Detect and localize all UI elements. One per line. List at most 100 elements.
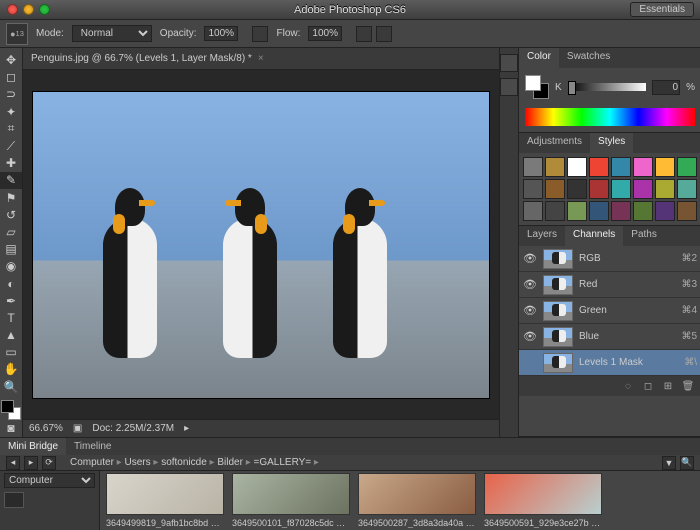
tab-mini-bridge[interactable]: Mini Bridge (0, 438, 66, 455)
dodge-tool[interactable]: ◐ (0, 275, 22, 291)
zoom-tool[interactable]: 🔍 (0, 379, 22, 395)
visibility-eye-icon[interactable]: 👁 (523, 304, 537, 318)
color-spectrum[interactable] (525, 108, 695, 126)
bridge-item[interactable]: 3649500101_f87028c5dc Softonic… (232, 473, 350, 528)
visibility-eye-icon[interactable] (523, 356, 537, 370)
opacity-value[interactable]: 100% (204, 26, 238, 41)
location-select[interactable]: Computer (4, 473, 95, 488)
quick-mask-icon[interactable]: ◙ (0, 420, 22, 436)
blend-mode-select[interactable]: Normal (72, 25, 152, 42)
hand-tool[interactable]: ✋ (0, 361, 22, 377)
visibility-eye-icon[interactable]: 👁 (523, 278, 537, 292)
info-chevron-icon[interactable]: ▸ (184, 423, 189, 434)
style-swatch[interactable] (611, 201, 631, 221)
bridge-item[interactable]: 3649500287_3d8a3da40a Softonic… (358, 473, 476, 528)
nav-forward-icon[interactable]: ▸ (24, 456, 38, 470)
pen-tool[interactable]: ✒ (0, 293, 22, 309)
doc-size-icon[interactable]: ▣ (73, 423, 82, 434)
color-swatch-pair[interactable] (525, 75, 549, 99)
folder-thumb[interactable] (4, 492, 24, 508)
visibility-eye-icon[interactable]: 👁 (523, 252, 537, 266)
close-tab-icon[interactable]: × (258, 53, 264, 64)
history-brush-tool[interactable]: ↺ (0, 207, 22, 223)
breadcrumb-item[interactable]: Computer (70, 457, 114, 468)
bridge-item[interactable]: 3649500591_929e3ce27b S… (484, 473, 602, 528)
type-tool[interactable]: T (0, 310, 22, 326)
tab-timeline[interactable]: Timeline (66, 438, 119, 455)
delete-channel-icon[interactable]: 🗑 (681, 379, 695, 393)
style-swatch[interactable] (589, 201, 609, 221)
channel-row[interactable]: Levels 1 Mask⌘\ (519, 350, 700, 376)
new-channel-icon[interactable]: ⊞ (661, 379, 675, 393)
style-swatch[interactable] (523, 201, 543, 221)
eyedropper-tool[interactable]: ⟋ (0, 138, 22, 154)
style-swatch[interactable] (589, 157, 609, 177)
blur-tool[interactable]: ◉ (0, 258, 22, 274)
visibility-eye-icon[interactable]: 👁 (523, 330, 537, 344)
style-swatch[interactable] (633, 179, 653, 199)
breadcrumb-item[interactable]: Bilder (217, 457, 243, 468)
pressure-size-icon[interactable] (376, 26, 392, 42)
style-swatch[interactable] (677, 157, 697, 177)
nav-boomerang-icon[interactable]: ⟳ (42, 456, 56, 470)
k-slider[interactable] (568, 83, 646, 91)
style-swatch[interactable] (567, 201, 587, 221)
style-swatch[interactable] (655, 157, 675, 177)
workspace-switcher[interactable]: Essentials (630, 2, 694, 17)
tab-styles[interactable]: Styles (590, 133, 633, 153)
quick-select-tool[interactable]: ✦ (0, 104, 22, 120)
color-swatch-tool[interactable] (0, 400, 22, 420)
channel-row[interactable]: 👁Green⌘4 (519, 298, 700, 324)
style-swatch[interactable] (677, 179, 697, 199)
style-swatch[interactable] (633, 201, 653, 221)
breadcrumb-item[interactable]: softonicde (161, 457, 207, 468)
style-swatch[interactable] (589, 179, 609, 199)
filter-icon[interactable]: ▼ (662, 456, 676, 470)
crop-tool[interactable]: ⌗ (0, 121, 22, 137)
style-swatch[interactable] (567, 179, 587, 199)
properties-panel-icon[interactable] (500, 78, 518, 96)
tab-color[interactable]: Color (519, 48, 559, 68)
foreground-swatch[interactable] (1, 400, 14, 413)
canvas-viewport[interactable] (23, 70, 499, 419)
lasso-tool[interactable]: ⊃ (0, 86, 22, 102)
stamp-tool[interactable]: ⚑ (0, 190, 22, 206)
style-swatch[interactable] (611, 157, 631, 177)
brush-preset-preview[interactable]: ●13 (6, 23, 28, 45)
document-tab[interactable]: Penguins.jpg @ 66.7% (Levels 1, Layer Ma… (23, 48, 499, 70)
style-swatch[interactable] (655, 201, 675, 221)
style-swatch[interactable] (611, 179, 631, 199)
style-swatch[interactable] (523, 179, 543, 199)
tab-layers[interactable]: Layers (519, 226, 565, 246)
history-panel-icon[interactable] (500, 54, 518, 72)
tab-adjustments[interactable]: Adjustments (519, 133, 590, 153)
zoom-level[interactable]: 66.67% (29, 423, 63, 434)
shape-tool[interactable]: ▭ (0, 344, 22, 360)
breadcrumb-path[interactable]: Computer ▸ Users ▸ softonicde ▸ Bilder ▸… (70, 457, 319, 468)
channel-row[interactable]: 👁RGB⌘2 (519, 246, 700, 272)
channel-row[interactable]: 👁Red⌘3 (519, 272, 700, 298)
style-swatch[interactable] (567, 157, 587, 177)
style-swatch[interactable] (677, 201, 697, 221)
tab-channels[interactable]: Channels (565, 226, 623, 246)
move-tool[interactable]: ✥ (0, 52, 22, 68)
style-swatch[interactable] (545, 201, 565, 221)
bridge-item[interactable]: 3649499819_9afb1bc8bd Softonic… (106, 473, 224, 528)
breadcrumb-item[interactable]: Users (124, 457, 150, 468)
k-value-input[interactable] (652, 80, 680, 95)
gradient-tool[interactable]: ▤ (0, 241, 22, 257)
nav-back-icon[interactable]: ◂ (6, 456, 20, 470)
style-swatch[interactable] (545, 179, 565, 199)
healing-tool[interactable]: ✚ (0, 155, 22, 171)
search-icon[interactable]: 🔍 (680, 456, 694, 470)
flow-value[interactable]: 100% (308, 26, 342, 41)
airbrush-icon[interactable] (356, 26, 372, 42)
breadcrumb-item[interactable]: =GALLERY= (254, 457, 312, 468)
marquee-tool[interactable]: ◻ (0, 69, 22, 85)
style-swatch[interactable] (633, 157, 653, 177)
brush-tool[interactable]: ✎ (0, 172, 22, 188)
pressure-opacity-icon[interactable] (252, 26, 268, 42)
style-swatch[interactable] (523, 157, 543, 177)
path-select-tool[interactable]: ▲ (0, 327, 22, 343)
save-selection-icon[interactable]: ◻ (641, 379, 655, 393)
